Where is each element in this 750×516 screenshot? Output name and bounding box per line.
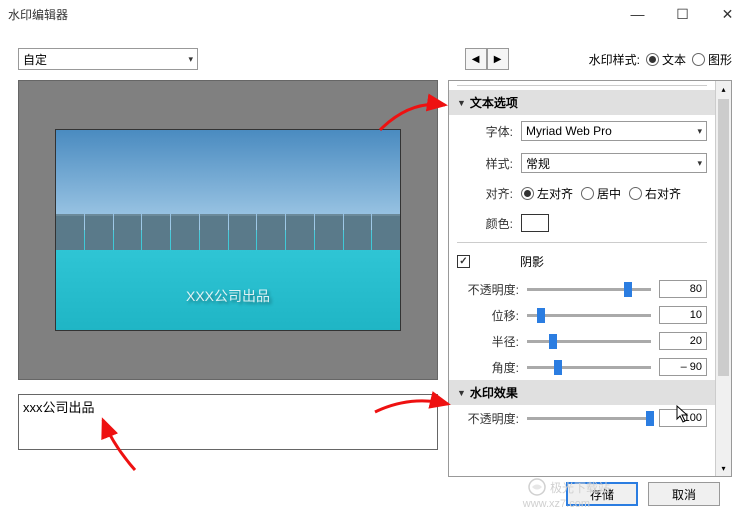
- branding-logo: 极光下载站: [528, 478, 610, 496]
- angle-slider[interactable]: [527, 366, 651, 369]
- annotation-arrow-icon: [95, 415, 145, 475]
- section-text-options-label: 文本选项: [470, 94, 518, 111]
- offset-row: 位移: 10: [449, 302, 715, 328]
- font-select[interactable]: Myriad Web Pro ▾: [521, 121, 707, 141]
- branding-url: www.xz7.com: [523, 498, 590, 510]
- radio-icon: [692, 53, 705, 66]
- color-swatch[interactable]: [521, 214, 549, 232]
- next-button[interactable]: ▶: [487, 48, 509, 70]
- triangle-down-icon: ▼: [457, 98, 466, 108]
- shadow-row: 阴影: [449, 247, 715, 276]
- scroll-thumb[interactable]: [718, 99, 729, 376]
- aurora-icon: [528, 478, 546, 496]
- font-row: 字体: Myriad Web Pro ▾: [449, 115, 715, 147]
- align-center-radio[interactable]: 居中: [581, 185, 621, 202]
- triangle-down-icon: ▼: [457, 388, 466, 398]
- radio-text-label: 文本: [662, 51, 686, 68]
- shadow-opacity-row: 不透明度: 80: [449, 276, 715, 302]
- angle-value[interactable]: – 90: [659, 358, 707, 376]
- effects-opacity-slider[interactable]: [527, 417, 651, 420]
- chevron-down-icon: ▾: [697, 158, 702, 169]
- prev-button[interactable]: ◀: [465, 48, 487, 70]
- angle-label: 角度:: [457, 359, 519, 376]
- shadow-opacity-label: 不透明度:: [457, 281, 519, 298]
- preset-value: 自定: [23, 51, 47, 68]
- annotation-arrow-icon: [375, 85, 455, 135]
- radio-text[interactable]: 文本: [646, 51, 686, 68]
- radio-graphic[interactable]: 图形: [692, 51, 732, 68]
- radius-label: 半径:: [457, 333, 519, 350]
- section-text-options[interactable]: ▼ 文本选项: [449, 90, 715, 115]
- close-button[interactable]: ✕: [705, 0, 750, 28]
- align-right-radio[interactable]: 右对齐: [629, 185, 681, 202]
- style-value: 常规: [526, 155, 550, 172]
- color-row: 颜色:: [449, 208, 715, 238]
- nav-buttons: ◀ ▶: [465, 48, 509, 70]
- radio-icon: [581, 187, 594, 200]
- radio-graphic-label: 图形: [708, 51, 732, 68]
- minimize-button[interactable]: —: [615, 0, 660, 28]
- shadow-checkbox[interactable]: [457, 255, 470, 268]
- offset-slider[interactable]: [527, 314, 651, 317]
- cursor-icon: [676, 405, 692, 425]
- slider-thumb[interactable]: [537, 308, 545, 323]
- section-effects-label: 水印效果: [470, 384, 518, 401]
- radius-value[interactable]: 20: [659, 332, 707, 350]
- titlebar: 水印编辑器 — ☐ ✕: [0, 0, 750, 28]
- radius-row: 半径: 20: [449, 328, 715, 354]
- radio-icon: [646, 53, 659, 66]
- offset-label: 位移:: [457, 307, 519, 324]
- scroll-up-icon[interactable]: ▴: [716, 81, 731, 97]
- slider-thumb[interactable]: [554, 360, 562, 375]
- shadow-label: 阴影: [520, 253, 544, 270]
- panel-scrollbar[interactable]: ▴ ▾: [715, 81, 731, 476]
- align-radio-group: 左对齐 居中 右对齐: [521, 185, 681, 202]
- top-toolbar: 自定 ▾ ◀ ▶ 水印样式: 文本 图形: [0, 28, 750, 80]
- chevron-down-icon: ▾: [697, 126, 702, 137]
- radius-slider[interactable]: [527, 340, 651, 343]
- font-label: 字体:: [457, 123, 513, 140]
- angle-row: 角度: – 90: [449, 354, 715, 380]
- maximize-button[interactable]: ☐: [660, 0, 705, 28]
- watermark-style-group: 水印样式: 文本 图形: [589, 51, 732, 68]
- scroll-down-icon[interactable]: ▾: [716, 460, 731, 476]
- shadow-opacity-value[interactable]: 80: [659, 280, 707, 298]
- watermark-style-label: 水印样式:: [589, 51, 640, 68]
- panel-content: ▼ 文本选项 字体: Myriad Web Pro ▾ 样式: 常规 ▾ 对齐:: [449, 85, 731, 431]
- shadow-opacity-slider[interactable]: [527, 288, 651, 291]
- slider-thumb[interactable]: [624, 282, 632, 297]
- color-label: 颜色:: [457, 215, 513, 232]
- align-left-radio[interactable]: 左对齐: [521, 185, 573, 202]
- style-row: 样式: 常规 ▾: [449, 147, 715, 179]
- style-select[interactable]: 常规 ▾: [521, 153, 707, 173]
- cancel-button[interactable]: 取消: [648, 482, 720, 506]
- preview-image: XXX公司出品: [55, 129, 401, 331]
- section-watermark-effects[interactable]: ▼ 水印效果: [449, 380, 715, 405]
- style-label: 样式:: [457, 155, 513, 172]
- slider-thumb[interactable]: [646, 411, 654, 426]
- watermark-preview-text: XXX公司出品: [186, 286, 270, 306]
- effects-opacity-label: 不透明度:: [457, 410, 519, 427]
- chevron-down-icon: ▾: [188, 54, 193, 65]
- window-title: 水印编辑器: [8, 6, 68, 23]
- radio-icon: [629, 187, 642, 200]
- radio-icon: [521, 187, 534, 200]
- align-label: 对齐:: [457, 185, 513, 202]
- window-controls: — ☐ ✕: [615, 0, 750, 28]
- preset-select[interactable]: 自定 ▾: [18, 48, 198, 70]
- offset-value[interactable]: 10: [659, 306, 707, 324]
- font-value: Myriad Web Pro: [526, 124, 612, 138]
- align-row: 对齐: 左对齐 居中 右对齐: [449, 179, 715, 208]
- slider-thumb[interactable]: [549, 334, 557, 349]
- annotation-arrow-icon: [370, 390, 455, 420]
